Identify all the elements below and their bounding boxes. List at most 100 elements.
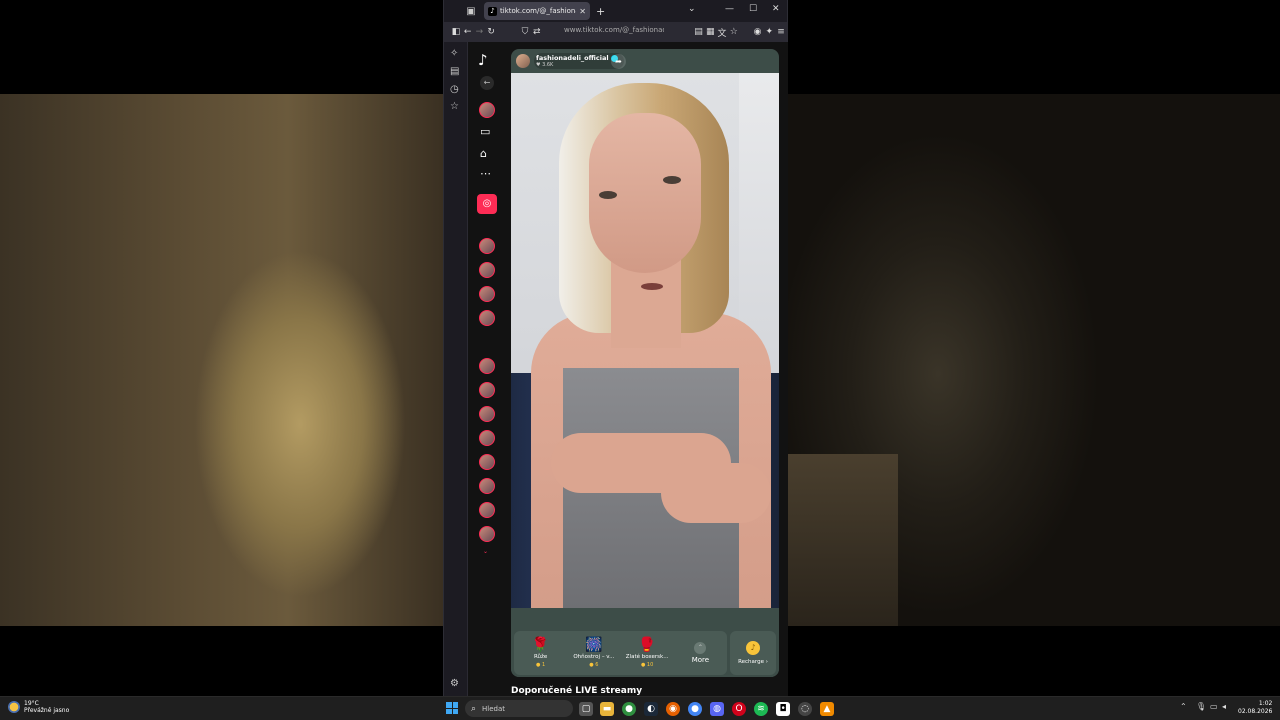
weather-desc: Převážně jasno bbox=[24, 707, 70, 714]
clock[interactable]: 1:02 02.08.2026 bbox=[1238, 700, 1272, 716]
share-arrow-icon[interactable]: ➦ bbox=[611, 54, 626, 69]
gift-bar: 🌹 Růže ● 1 🎆 Ohňostroj – v... ● 6 🥊 Zlat… bbox=[511, 629, 779, 677]
followed-avatar[interactable] bbox=[479, 382, 495, 398]
weather-icon bbox=[8, 701, 20, 713]
browser-sidebar: ✧ ▤ ◷ ☆ ⚙ bbox=[444, 42, 468, 696]
host-likes: ♥ 3.6K bbox=[536, 62, 554, 68]
url-bar[interactable]: www.tiktok.com/@_fashionadel bbox=[564, 26, 664, 34]
microphone-icon[interactable]: 🎙 bbox=[1196, 702, 1206, 711]
recharge-button[interactable]: ♪ Recharge › bbox=[730, 631, 776, 675]
gift-price: ● 10 bbox=[640, 662, 654, 668]
permissions-icon[interactable]: ⇄ bbox=[531, 27, 543, 37]
minimize-button[interactable]: — bbox=[725, 4, 734, 14]
taskbar-search[interactable]: ⌕ Hledat bbox=[465, 700, 573, 717]
weather-widget[interactable]: 19°C Převážně jasno bbox=[8, 700, 69, 714]
back-icon[interactable]: ← bbox=[462, 27, 474, 37]
spotify-icon[interactable]: ≋ bbox=[754, 702, 768, 716]
live-video[interactable] bbox=[511, 73, 779, 608]
discord-icon[interactable]: ◍ bbox=[710, 702, 724, 716]
followed-avatar[interactable] bbox=[479, 478, 495, 494]
forward-icon[interactable]: → bbox=[474, 27, 486, 37]
chrome-icon[interactable]: ● bbox=[622, 702, 636, 716]
recommended-live-title: Doporučené LIVE streamy bbox=[511, 686, 643, 696]
chrome-alt-icon[interactable]: ● bbox=[688, 702, 702, 716]
gift-name: Růže bbox=[533, 654, 548, 660]
followed-avatar[interactable] bbox=[479, 406, 495, 422]
account-icon[interactable]: ◉ bbox=[752, 27, 764, 37]
followed-avatar[interactable] bbox=[479, 502, 495, 518]
host-name: fashionadeli_official bbox=[536, 54, 609, 62]
back-arrow-icon[interactable]: ← bbox=[480, 76, 494, 90]
profile-avatar[interactable] bbox=[479, 102, 495, 118]
translate-icon[interactable]: 文 bbox=[716, 26, 728, 39]
windows-start-icon[interactable] bbox=[446, 702, 458, 714]
steam-icon[interactable]: ◐ bbox=[644, 702, 658, 716]
reload-icon[interactable]: ↻ bbox=[485, 27, 497, 37]
maximize-button[interactable]: ☐ bbox=[749, 4, 757, 14]
reader-icon[interactable]: ▤ bbox=[693, 27, 705, 37]
screenshot-icon[interactable]: ▦ bbox=[704, 27, 716, 37]
tray-chevron-icon[interactable]: ⌃ bbox=[1180, 702, 1187, 711]
followed-avatar[interactable] bbox=[479, 358, 495, 374]
recharge-label: Recharge › bbox=[738, 659, 768, 665]
task-view-icon[interactable]: ▢ bbox=[579, 702, 593, 716]
coin-icon: ♪ bbox=[746, 641, 760, 655]
sidebar-settings-icon[interactable]: ⚙ bbox=[450, 678, 459, 689]
extensions-icon[interactable]: ✦ bbox=[763, 27, 775, 37]
app-icon[interactable]: ◘ bbox=[776, 702, 790, 716]
sidebar-toggle-icon[interactable]: ◧ bbox=[450, 27, 462, 37]
obs-icon[interactable]: ◌ bbox=[798, 702, 812, 716]
clock-date: 02.08.2026 bbox=[1238, 708, 1273, 715]
tab-list-button[interactable]: ⌄ bbox=[688, 4, 696, 14]
more-dots-icon[interactable]: ⋯ bbox=[480, 167, 491, 180]
firefox-icon[interactable]: ◉ bbox=[666, 702, 680, 716]
network-icon[interactable]: ▭ bbox=[1210, 702, 1218, 711]
gift-name: Ohňostroj – v... bbox=[573, 654, 615, 660]
background-video-left bbox=[0, 94, 443, 626]
followed-avatar[interactable] bbox=[479, 286, 495, 302]
tab-groups-icon[interactable]: ▣ bbox=[464, 4, 478, 18]
synced-tabs-icon[interactable]: ▤ bbox=[450, 66, 459, 77]
stream-header: fashionadeli_official ♥ 3.6K ➦ bbox=[511, 49, 779, 73]
followed-avatar[interactable] bbox=[479, 262, 495, 278]
browser-window: ▣ ♪ tiktok.com/@_fashionadeli ✕ + ⌄ — ☐ … bbox=[443, 0, 788, 696]
more-label: More bbox=[691, 656, 710, 664]
taskbar: 19°C Převážně jasno ⌕ Hledat ▢ ▬ ● ◐ ◉ ●… bbox=[0, 696, 1280, 720]
shield-icon[interactable]: ⛉ bbox=[519, 27, 531, 37]
volume-icon[interactable]: ◂ bbox=[1222, 702, 1226, 711]
home-icon[interactable]: ⌂ bbox=[480, 147, 487, 160]
gift-price: ● 1 bbox=[536, 662, 546, 668]
followed-avatar[interactable] bbox=[479, 310, 495, 326]
boxing-gloves-gift-icon: 🥊 bbox=[638, 637, 656, 653]
menu-icon[interactable]: ≡ bbox=[775, 27, 787, 37]
file-explorer-icon[interactable]: ▬ bbox=[600, 702, 614, 716]
followed-avatar[interactable] bbox=[479, 238, 495, 254]
expand-chevron-icon[interactable]: ⌄ bbox=[483, 548, 488, 555]
live-explore-icon[interactable]: ◎ bbox=[477, 194, 497, 214]
tiktok-favicon-icon: ♪ bbox=[488, 6, 497, 16]
gift-item[interactable]: 🌹 Růže ● 1 bbox=[514, 631, 567, 675]
tiktok-logo-icon[interactable]: ♪ bbox=[478, 51, 488, 69]
gift-item[interactable]: 🥊 Zlaté boxersk... ● 10 bbox=[621, 631, 674, 675]
live-studio-icon[interactable]: ▭ bbox=[480, 125, 490, 138]
followed-avatar[interactable] bbox=[479, 526, 495, 542]
ai-sparkle-icon[interactable]: ✧ bbox=[450, 48, 458, 59]
vlc-icon[interactable]: ▲ bbox=[820, 702, 834, 716]
followed-avatar[interactable] bbox=[479, 430, 495, 446]
more-gifts-button[interactable]: ⌃ More bbox=[674, 631, 727, 675]
history-icon[interactable]: ◷ bbox=[450, 84, 459, 95]
followed-avatar[interactable] bbox=[479, 454, 495, 470]
close-window-button[interactable]: ✕ bbox=[772, 4, 780, 14]
opera-icon[interactable]: O bbox=[732, 702, 746, 716]
rose-gift-icon: 🌹 bbox=[531, 637, 550, 653]
tab-close-icon[interactable]: ✕ bbox=[579, 7, 586, 16]
bookmark-star-icon[interactable]: ☆ bbox=[728, 27, 740, 37]
tab-tiktok[interactable]: ♪ tiktok.com/@_fashionadeli ✕ bbox=[484, 2, 590, 20]
new-tab-button[interactable]: + bbox=[596, 5, 605, 18]
tiktok-page: ♪ ← ▭ ⌂ ⋯ ◎ ⌄ fashionadeli_official ♥ 3.… bbox=[468, 42, 788, 696]
gift-item[interactable]: 🎆 Ohňostroj – v... ● 6 bbox=[567, 631, 620, 675]
weather-temp: 19°C bbox=[24, 700, 39, 707]
search-placeholder: Hledat bbox=[482, 704, 506, 713]
host-avatar[interactable] bbox=[516, 54, 530, 68]
bookmarks-icon[interactable]: ☆ bbox=[450, 101, 459, 112]
